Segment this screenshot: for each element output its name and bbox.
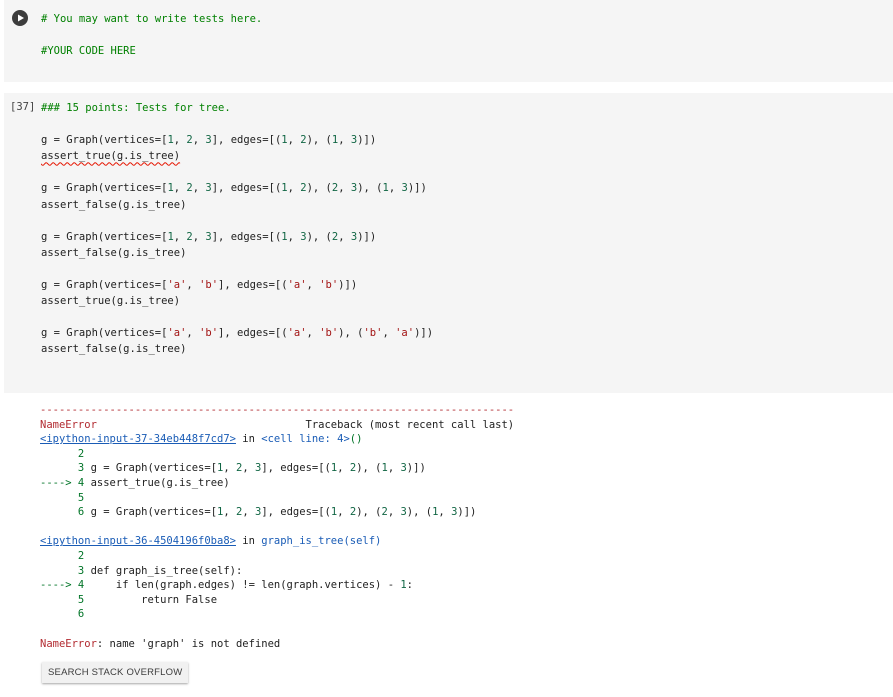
traceback-header: Traceback (most recent call last) <box>96 418 515 431</box>
code-line: assert_true(g.is_tree) <box>41 150 181 163</box>
error-name: NameError <box>40 418 97 431</box>
traceback-line: 5 <box>40 491 85 504</box>
code-line: assert_true(g.is_tree) <box>41 295 181 308</box>
code-line: g = Graph(vertices=['a', 'b'], edges=[('… <box>41 279 358 292</box>
traceback-line: 2 <box>40 549 85 562</box>
traceback-separator: ----------------------------------------… <box>40 404 515 416</box>
run-cell-button[interactable] <box>12 10 28 26</box>
frame2-link[interactable]: <ipython-input-36-4504196f0ba8> <box>40 535 236 547</box>
frame2-location: graph_is_tree(self) <box>261 535 382 548</box>
frame1-location: <cell line: 4> <box>261 433 350 446</box>
traceback-line: ----> 4 assert_true(g.is_tree) <box>40 476 230 489</box>
traceback-line: 3 def graph_is_tree(self): <box>40 564 243 577</box>
code-line: #YOUR CODE HERE <box>41 45 136 58</box>
cell2-code-editor[interactable]: ### 15 points: Tests for tree. g = Graph… <box>41 100 433 358</box>
code-line: ### 15 points: Tests for tree. <box>41 102 231 114</box>
cell-output-traceback: ----------------------------------------… <box>40 404 515 650</box>
code-line: assert_false(g.is_tree) <box>41 343 187 356</box>
code-line: g = Graph(vertices=[1, 2, 3], edges=[(1,… <box>41 230 377 243</box>
code-cell-tree-tests[interactable]: [37] ### 15 points: Tests for tree. g = … <box>4 93 893 393</box>
frame1-link[interactable]: <ipython-input-37-34eb448f7cd7> <box>40 433 236 445</box>
code-line: assert_false(g.is_tree) <box>41 198 187 211</box>
execution-count: [37] <box>10 101 36 113</box>
traceback-line: 5 return False <box>40 593 218 606</box>
traceback-line: 6 g = Graph(vertices=[1, 2, 3], edges=[(… <box>40 506 477 519</box>
code-line: g = Graph(vertices=['a', 'b'], edges=[('… <box>41 327 434 340</box>
code-line: # You may want to write tests here. <box>41 13 263 25</box>
code-line: g = Graph(vertices=[1, 2, 3], edges=[(1,… <box>41 182 427 195</box>
traceback-line: 2 <box>40 447 85 460</box>
final-error: NameError: name 'graph' is not defined <box>40 637 281 650</box>
traceback-line: ----> 4 if len(graph.edges) != len(graph… <box>40 579 413 592</box>
play-icon <box>18 14 24 22</box>
cell1-code-editor[interactable]: # You may want to write tests here. #YOU… <box>41 11 262 59</box>
code-line: g = Graph(vertices=[1, 2, 3], edges=[(1,… <box>41 134 377 147</box>
traceback-line: 6 <box>40 608 85 621</box>
code-cell-tests-placeholder[interactable]: # You may want to write tests here. #YOU… <box>4 0 893 82</box>
code-line: assert_false(g.is_tree) <box>41 246 187 259</box>
search-stack-overflow-button[interactable]: SEARCH STACK OVERFLOW <box>42 662 189 683</box>
traceback-line: 3 g = Graph(vertices=[1, 2, 3], edges=[(… <box>40 462 426 475</box>
